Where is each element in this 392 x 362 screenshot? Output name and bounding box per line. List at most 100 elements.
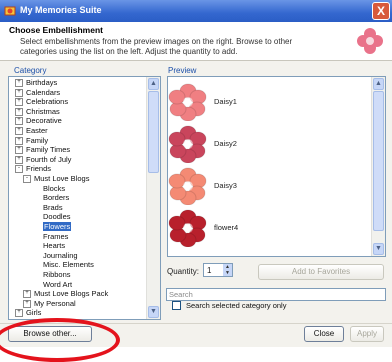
expand-icon[interactable]: + xyxy=(23,299,31,308)
collapse-icon[interactable]: - xyxy=(15,165,23,174)
tree-node[interactable]: + Family xyxy=(15,136,48,145)
tree-node-label: Misc. Elements xyxy=(43,260,94,270)
tree-node[interactable]: + Christmas xyxy=(15,107,60,116)
tree-node-label: Calendars xyxy=(26,87,61,97)
tree-node[interactable]: Brads xyxy=(43,203,63,212)
tree-node-label: Frames xyxy=(43,231,69,241)
tree-node-label: Celebrations xyxy=(26,97,69,107)
preview-item[interactable]: Daisy1 xyxy=(168,79,372,123)
tree-node-label: Word Art xyxy=(43,279,73,289)
search-selected-only-checkbox[interactable] xyxy=(172,301,181,310)
scroll-up-icon[interactable]: ▲ xyxy=(373,78,384,90)
quantity-label: Quantity: xyxy=(167,267,200,276)
preview-list[interactable]: Daisy1 Daisy2 Daisy3 flower4 ▲ ▼ xyxy=(167,76,386,257)
tree-node-label: Decorative xyxy=(26,116,62,126)
tree-node-label: Journaling xyxy=(43,250,78,260)
spin-arrows-icon[interactable]: ▲ ▼ xyxy=(223,264,232,276)
tree-node[interactable]: Frames xyxy=(43,232,68,241)
preview-item-name: Daisy2 xyxy=(214,139,237,148)
scroll-thumb[interactable] xyxy=(148,91,159,173)
tree-node-label: Girls xyxy=(26,308,42,318)
expand-icon[interactable]: + xyxy=(15,127,23,136)
tree-node[interactable]: Doodles xyxy=(43,212,71,221)
expand-icon[interactable]: + xyxy=(15,155,23,164)
tree-node[interactable]: + Birthdays xyxy=(15,78,58,88)
search-input[interactable]: Search xyxy=(166,288,386,301)
tree-node[interactable]: Flowers xyxy=(43,222,72,231)
flower-icon xyxy=(357,28,383,54)
tree-node-label: Doodles xyxy=(43,212,71,222)
preview-item[interactable]: flower4 xyxy=(168,205,372,249)
close-button[interactable]: Close xyxy=(304,326,344,342)
preview-item-name: Daisy1 xyxy=(214,97,237,106)
dialog-header: Choose Embellishment Select embellishmen… xyxy=(0,22,392,61)
dialog-window: My Memories Suite X Choose Embellishment… xyxy=(0,0,392,362)
tree-node[interactable]: + Celebrations xyxy=(15,97,69,107)
preview-item[interactable]: Daisy2 xyxy=(168,121,372,165)
category-scrollbar[interactable]: ▲ ▼ xyxy=(146,77,160,319)
apply-button[interactable]: Apply xyxy=(350,326,384,342)
tree-node-label: Ribbons xyxy=(43,270,71,279)
expand-icon[interactable]: + xyxy=(23,290,31,299)
tree-node-label: Brads xyxy=(43,202,63,212)
dialog-heading: Choose Embellishment xyxy=(9,25,103,35)
preview-scrollbar[interactable]: ▲ ▼ xyxy=(371,77,385,256)
tree-node[interactable]: Borders xyxy=(43,193,69,202)
scroll-down-icon[interactable]: ▼ xyxy=(148,306,159,318)
expand-icon[interactable]: + xyxy=(15,107,23,116)
quantity-stepper[interactable]: 1 ▲ ▼ xyxy=(203,263,233,277)
tree-node-label: Easter xyxy=(26,126,48,135)
tree-node-label: Birthdays xyxy=(26,78,58,87)
tree-node-label: Must Love Blogs xyxy=(34,174,90,183)
tree-node-label: Family Times xyxy=(26,145,71,155)
category-label: Category xyxy=(14,66,47,75)
tree-node[interactable]: + Girls xyxy=(15,308,42,318)
preview-item[interactable]: Daisy3 xyxy=(168,163,372,207)
tree-node[interactable]: - Friends xyxy=(15,164,51,174)
expand-icon[interactable]: + xyxy=(15,79,23,88)
tree-node[interactable]: + Calendars xyxy=(15,88,60,97)
expand-icon[interactable]: + xyxy=(15,136,23,145)
tree-node[interactable]: Misc. Elements xyxy=(43,260,94,269)
tree-node-label: Christmas xyxy=(26,106,60,116)
expand-icon[interactable]: + xyxy=(15,146,23,155)
quantity-value[interactable]: 1 xyxy=(207,266,211,275)
flower-icon xyxy=(168,209,207,247)
tree-node-label: Family xyxy=(26,135,49,145)
tree-node-label: Must Love Blogs Pack xyxy=(34,289,109,299)
scroll-down-icon[interactable]: ▼ xyxy=(373,243,384,255)
preview-item-name: flower4 xyxy=(214,223,239,232)
tree-node[interactable]: Journaling xyxy=(43,251,78,260)
tree-node[interactable]: Blocks xyxy=(43,184,65,193)
flower-icon xyxy=(168,83,207,121)
tree-node[interactable]: + Fourth of July xyxy=(15,155,71,164)
tree-node[interactable]: + Easter xyxy=(15,126,48,136)
title-bar[interactable]: My Memories Suite X xyxy=(0,0,392,22)
tree-node[interactable]: + Decorative xyxy=(15,116,62,126)
tree-node[interactable]: Hearts xyxy=(43,241,65,250)
tree-node[interactable]: + My Personal xyxy=(23,299,76,308)
scroll-thumb[interactable] xyxy=(373,91,384,231)
preview-label: Preview xyxy=(168,66,197,75)
add-to-favorites-button[interactable]: Add to Favorites xyxy=(258,264,384,280)
tree-node-label: Flowers xyxy=(43,222,72,231)
tree-node[interactable]: Ribbons xyxy=(43,270,71,279)
tree-node[interactable]: + Family Times xyxy=(15,145,71,155)
tree-node-label: Hearts xyxy=(43,241,66,251)
tree-node[interactable]: - Must Love Blogs xyxy=(23,174,90,184)
window-close-button[interactable]: X xyxy=(372,2,390,20)
collapse-icon[interactable]: - xyxy=(23,175,31,184)
tree-node-label: Blocks xyxy=(43,183,66,193)
expand-icon[interactable]: + xyxy=(15,98,23,107)
scroll-up-icon[interactable]: ▲ xyxy=(148,78,159,90)
expand-icon[interactable]: + xyxy=(15,309,23,318)
window-title: My Memories Suite xyxy=(20,5,102,15)
category-tree[interactable]: + Birthdays + Calendars + Celebrations + Christ… xyxy=(8,76,161,320)
tree-node[interactable]: + Must Love Blogs Pack xyxy=(23,289,109,299)
dialog-description: Select embellishments from the preview i… xyxy=(20,37,293,56)
preview-item-name: Daisy3 xyxy=(214,181,237,190)
flower-icon xyxy=(168,167,207,205)
tree-node[interactable]: Word Art xyxy=(43,280,72,289)
expand-icon[interactable]: + xyxy=(15,88,23,97)
expand-icon[interactable]: + xyxy=(15,117,23,126)
